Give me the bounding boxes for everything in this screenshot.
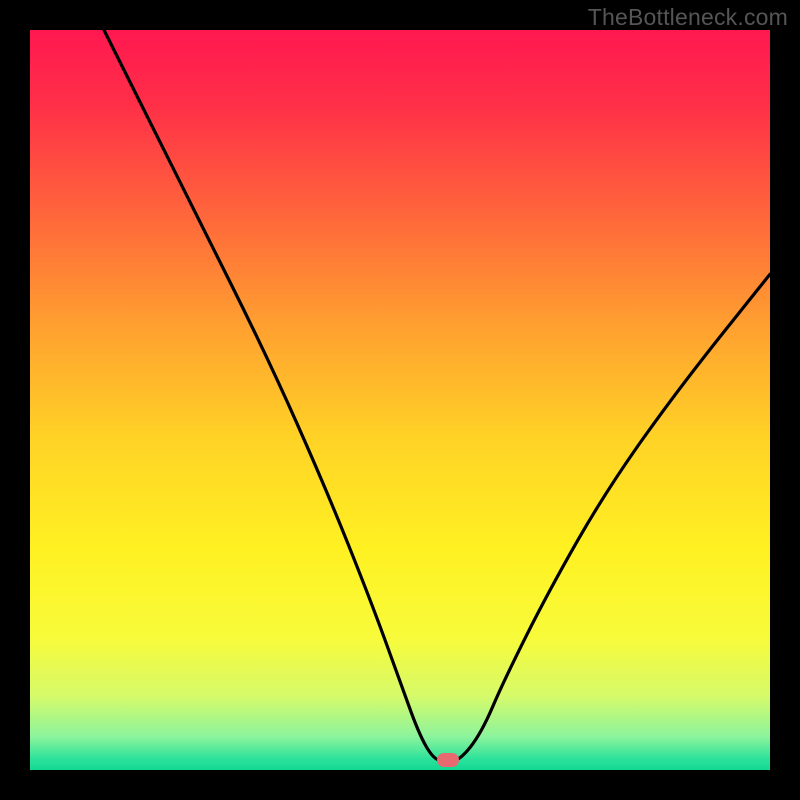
optimal-point-marker [437,753,459,767]
watermark-text: TheBottleneck.com [588,4,788,31]
plot-area [30,30,770,770]
plot-svg [30,30,770,770]
chart-frame: TheBottleneck.com [0,0,800,800]
gradient-background [30,30,770,770]
